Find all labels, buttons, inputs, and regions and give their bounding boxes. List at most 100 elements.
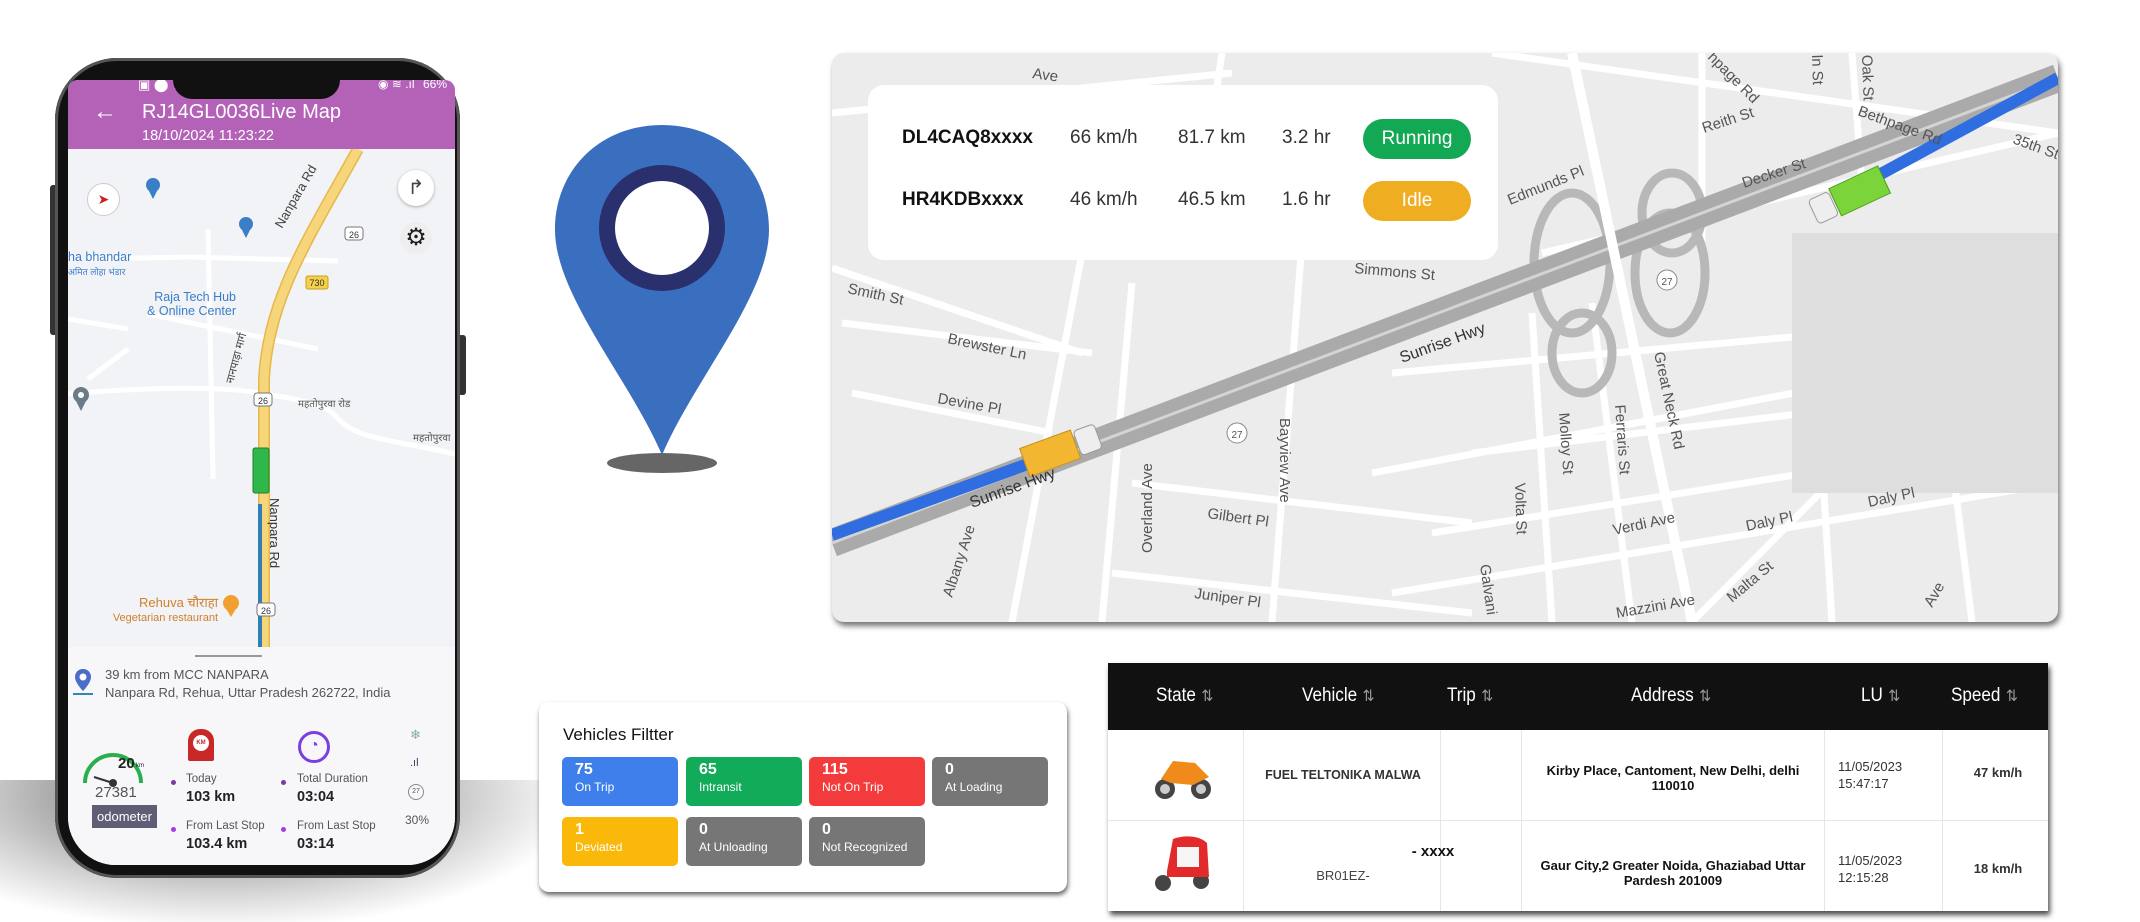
side-road bbox=[68, 316, 130, 381]
filter-intransit[interactable]: 65 Intransit bbox=[686, 757, 802, 806]
column-header-lu[interactable]: LU ⇅ bbox=[1861, 685, 1900, 707]
svg-text:Rehuva चौराहा: Rehuva चौराहा bbox=[139, 595, 219, 610]
vehicle-marker[interactable] bbox=[252, 447, 270, 494]
svg-text:Volta St: Volta St bbox=[1511, 483, 1530, 536]
place-pin-icon[interactable] bbox=[73, 387, 89, 411]
phone-notch bbox=[173, 80, 340, 99]
svg-text:26: 26 bbox=[261, 606, 271, 616]
svg-text:Ave: Ave bbox=[1031, 65, 1059, 85]
total-duration-value: 03:04 bbox=[297, 789, 335, 805]
drag-handle[interactable] bbox=[195, 655, 262, 657]
svg-text:महतोपुरवा रोड: महतोपुरवा रोड bbox=[298, 398, 351, 410]
last-update-time: 15:47:17 bbox=[1838, 776, 1889, 791]
vehicle-plate: DL4CAQ8xxxx bbox=[902, 127, 1033, 148]
svg-text:ha bhandar: ha bhandar bbox=[68, 250, 131, 264]
svg-text:26: 26 bbox=[258, 396, 268, 406]
status-signal-icon: ◉ ≋ .ıl bbox=[378, 80, 415, 91]
filter-deviated[interactable]: 1 Deviated bbox=[562, 817, 678, 866]
rickshaw-icon bbox=[1155, 836, 1209, 891]
distance-from-text: 39 km from MCC NANPARA bbox=[105, 667, 269, 682]
column-header-trip[interactable]: Trip ⇅ bbox=[1447, 685, 1493, 707]
sort-icon: ⇅ bbox=[2005, 688, 2018, 705]
page-title: RJ14GL0036Live Map bbox=[142, 101, 342, 123]
vehicle-distance: 81.7 km bbox=[1178, 127, 1246, 148]
vehicle-status-card: DL4CAQ8xxxx 66 km/h 81.7 km 3.2 hr Runni… bbox=[868, 85, 1498, 260]
timeline-dot bbox=[171, 780, 176, 785]
battery-level: 30% bbox=[405, 813, 430, 827]
vehicle-name-suffix: - xxxx bbox=[1411, 843, 1455, 860]
vehicle-duration: 1.6 hr bbox=[1282, 189, 1331, 210]
column-header-address[interactable]: Address ⇅ bbox=[1631, 685, 1711, 707]
vehicles-filter-panel: Vehicles Filtter 75 On Trip 65 Intransit 1… bbox=[539, 702, 1067, 892]
shop-pin-icon[interactable] bbox=[146, 178, 160, 199]
today-distance: 103 km bbox=[186, 789, 236, 805]
svg-text:Reith St: Reith St bbox=[1700, 104, 1757, 137]
sort-icon: ⇅ bbox=[1888, 688, 1901, 705]
sort-icon: ⇅ bbox=[1481, 688, 1494, 705]
shop-pin-icon[interactable] bbox=[239, 217, 253, 238]
last-update-date: 11/05/2023 bbox=[1838, 853, 1903, 868]
vehicle-speed: 66 km/h bbox=[1070, 127, 1138, 148]
battery-status: 66% bbox=[423, 80, 448, 91]
last-update-date: 11/05/2023 bbox=[1838, 759, 1903, 774]
speed-value: 20 bbox=[118, 755, 135, 772]
svg-text:Nanpara Rd: Nanpara Rd bbox=[267, 498, 282, 568]
phone-screen: Nanpara Rd 26 730 नानपाड़ा मार्ग 26 26 N… bbox=[68, 80, 455, 865]
odometer-km-icon: KM bbox=[188, 729, 214, 761]
svg-text:26: 26 bbox=[349, 230, 359, 240]
filter-on-trip[interactable]: 75 On Trip bbox=[562, 757, 678, 806]
location-pin-icon bbox=[73, 669, 93, 695]
svg-text:Vegetarian restaurant: Vegetarian restaurant bbox=[113, 612, 218, 624]
speed: 47 km/h bbox=[1973, 765, 2023, 780]
directions-icon[interactable]: ↱ bbox=[398, 170, 434, 206]
svg-text:Gilbert Pl: Gilbert Pl bbox=[1206, 505, 1269, 530]
page-subtitle-datetime: 18/10/2024 11:23:22 bbox=[142, 128, 274, 144]
vehicle-details-sheet: 39 km from MCC NANPARA Nanpara Rd, Rehua… bbox=[68, 647, 455, 865]
svg-text:Molloy St: Molloy St bbox=[1555, 412, 1576, 476]
location-pin-icon bbox=[555, 125, 769, 473]
svg-text:ln St: ln St bbox=[1808, 55, 1826, 86]
panel-title: Vehicles Filtter bbox=[563, 725, 674, 744]
svg-text:Overland Ave: Overland Ave bbox=[1139, 463, 1156, 553]
sort-icon: ⇅ bbox=[1362, 688, 1375, 705]
from-last-stop-distance: 103.4 km bbox=[186, 836, 248, 852]
address: Kirby Place, Cantoment, New Delhi, delhi… bbox=[1546, 763, 1800, 793]
motorcycle-icon bbox=[1155, 761, 1211, 799]
filter-at-unloading[interactable]: 0 At Unloading bbox=[686, 817, 802, 866]
column-header-vehicle[interactable]: Vehicle ⇅ bbox=[1302, 685, 1375, 707]
sort-icon: ⇅ bbox=[1201, 688, 1214, 705]
restaurant-pin-icon[interactable] bbox=[223, 595, 239, 617]
from-last-stop-duration-label: From Last Stop bbox=[297, 820, 376, 832]
column-header-speed[interactable]: Speed ⇅ bbox=[1951, 685, 2018, 707]
vehicle-speed: 46 km/h bbox=[1070, 189, 1138, 210]
svg-text:Edmunds Pl: Edmunds Pl bbox=[1505, 163, 1586, 209]
column-header-state[interactable]: State ⇅ bbox=[1156, 685, 1213, 707]
svg-text:Ave: Ave bbox=[1921, 579, 1949, 610]
filter-not-recognized[interactable]: 0 Not Recognized bbox=[809, 817, 925, 866]
signal-strength-icon: .ıl bbox=[410, 757, 419, 769]
building-block bbox=[1792, 233, 2058, 493]
live-map[interactable]: Smith St Brewster Ln Devine Pl Sunrise H… bbox=[832, 53, 2058, 622]
svg-text:27: 27 bbox=[1231, 430, 1243, 441]
settings-gear-icon[interactable]: ⚙ bbox=[400, 222, 432, 254]
compass-icon[interactable]: ➤ bbox=[87, 183, 120, 216]
svg-text:अमित लोहा भंडार: अमित लोहा भंडार bbox=[68, 266, 126, 277]
svg-text:नानपाड़ा मार्ग: नानपाड़ा मार्ग bbox=[223, 331, 249, 385]
from-last-stop-label: From Last Stop bbox=[186, 820, 265, 832]
svg-text:27: 27 bbox=[1661, 277, 1673, 288]
odometer-value: 27381 bbox=[95, 784, 137, 801]
vehicle-table: State ⇅ Vehicle ⇅ Trip ⇅ Address ⇅ LU ⇅ Speed… bbox=[1108, 663, 2048, 911]
svg-text:Raja Tech Hub: Raja Tech Hub bbox=[154, 290, 236, 304]
vehicle-duration: 3.2 hr bbox=[1282, 127, 1331, 148]
address-text: Nanpara Rd, Rehua, Uttar Pradesh 262722,… bbox=[105, 685, 391, 700]
phone-map[interactable]: Nanpara Rd 26 730 नानपाड़ा मार्ग 26 26 N… bbox=[68, 149, 455, 649]
total-duration-label: Total Duration bbox=[297, 773, 368, 785]
filter-not-on-trip[interactable]: 115 Not On Trip bbox=[809, 757, 925, 806]
back-arrow-icon[interactable]: ← bbox=[93, 98, 117, 126]
clock-icon: ◔ bbox=[298, 731, 330, 763]
svg-text:Albany Ave: Albany Ave bbox=[940, 523, 979, 599]
filter-at-loading[interactable]: 0 At Loading bbox=[932, 757, 1048, 806]
svg-text:730: 730 bbox=[309, 278, 324, 288]
timeline-dot bbox=[171, 827, 176, 832]
sort-icon: ⇅ bbox=[1699, 688, 1712, 705]
